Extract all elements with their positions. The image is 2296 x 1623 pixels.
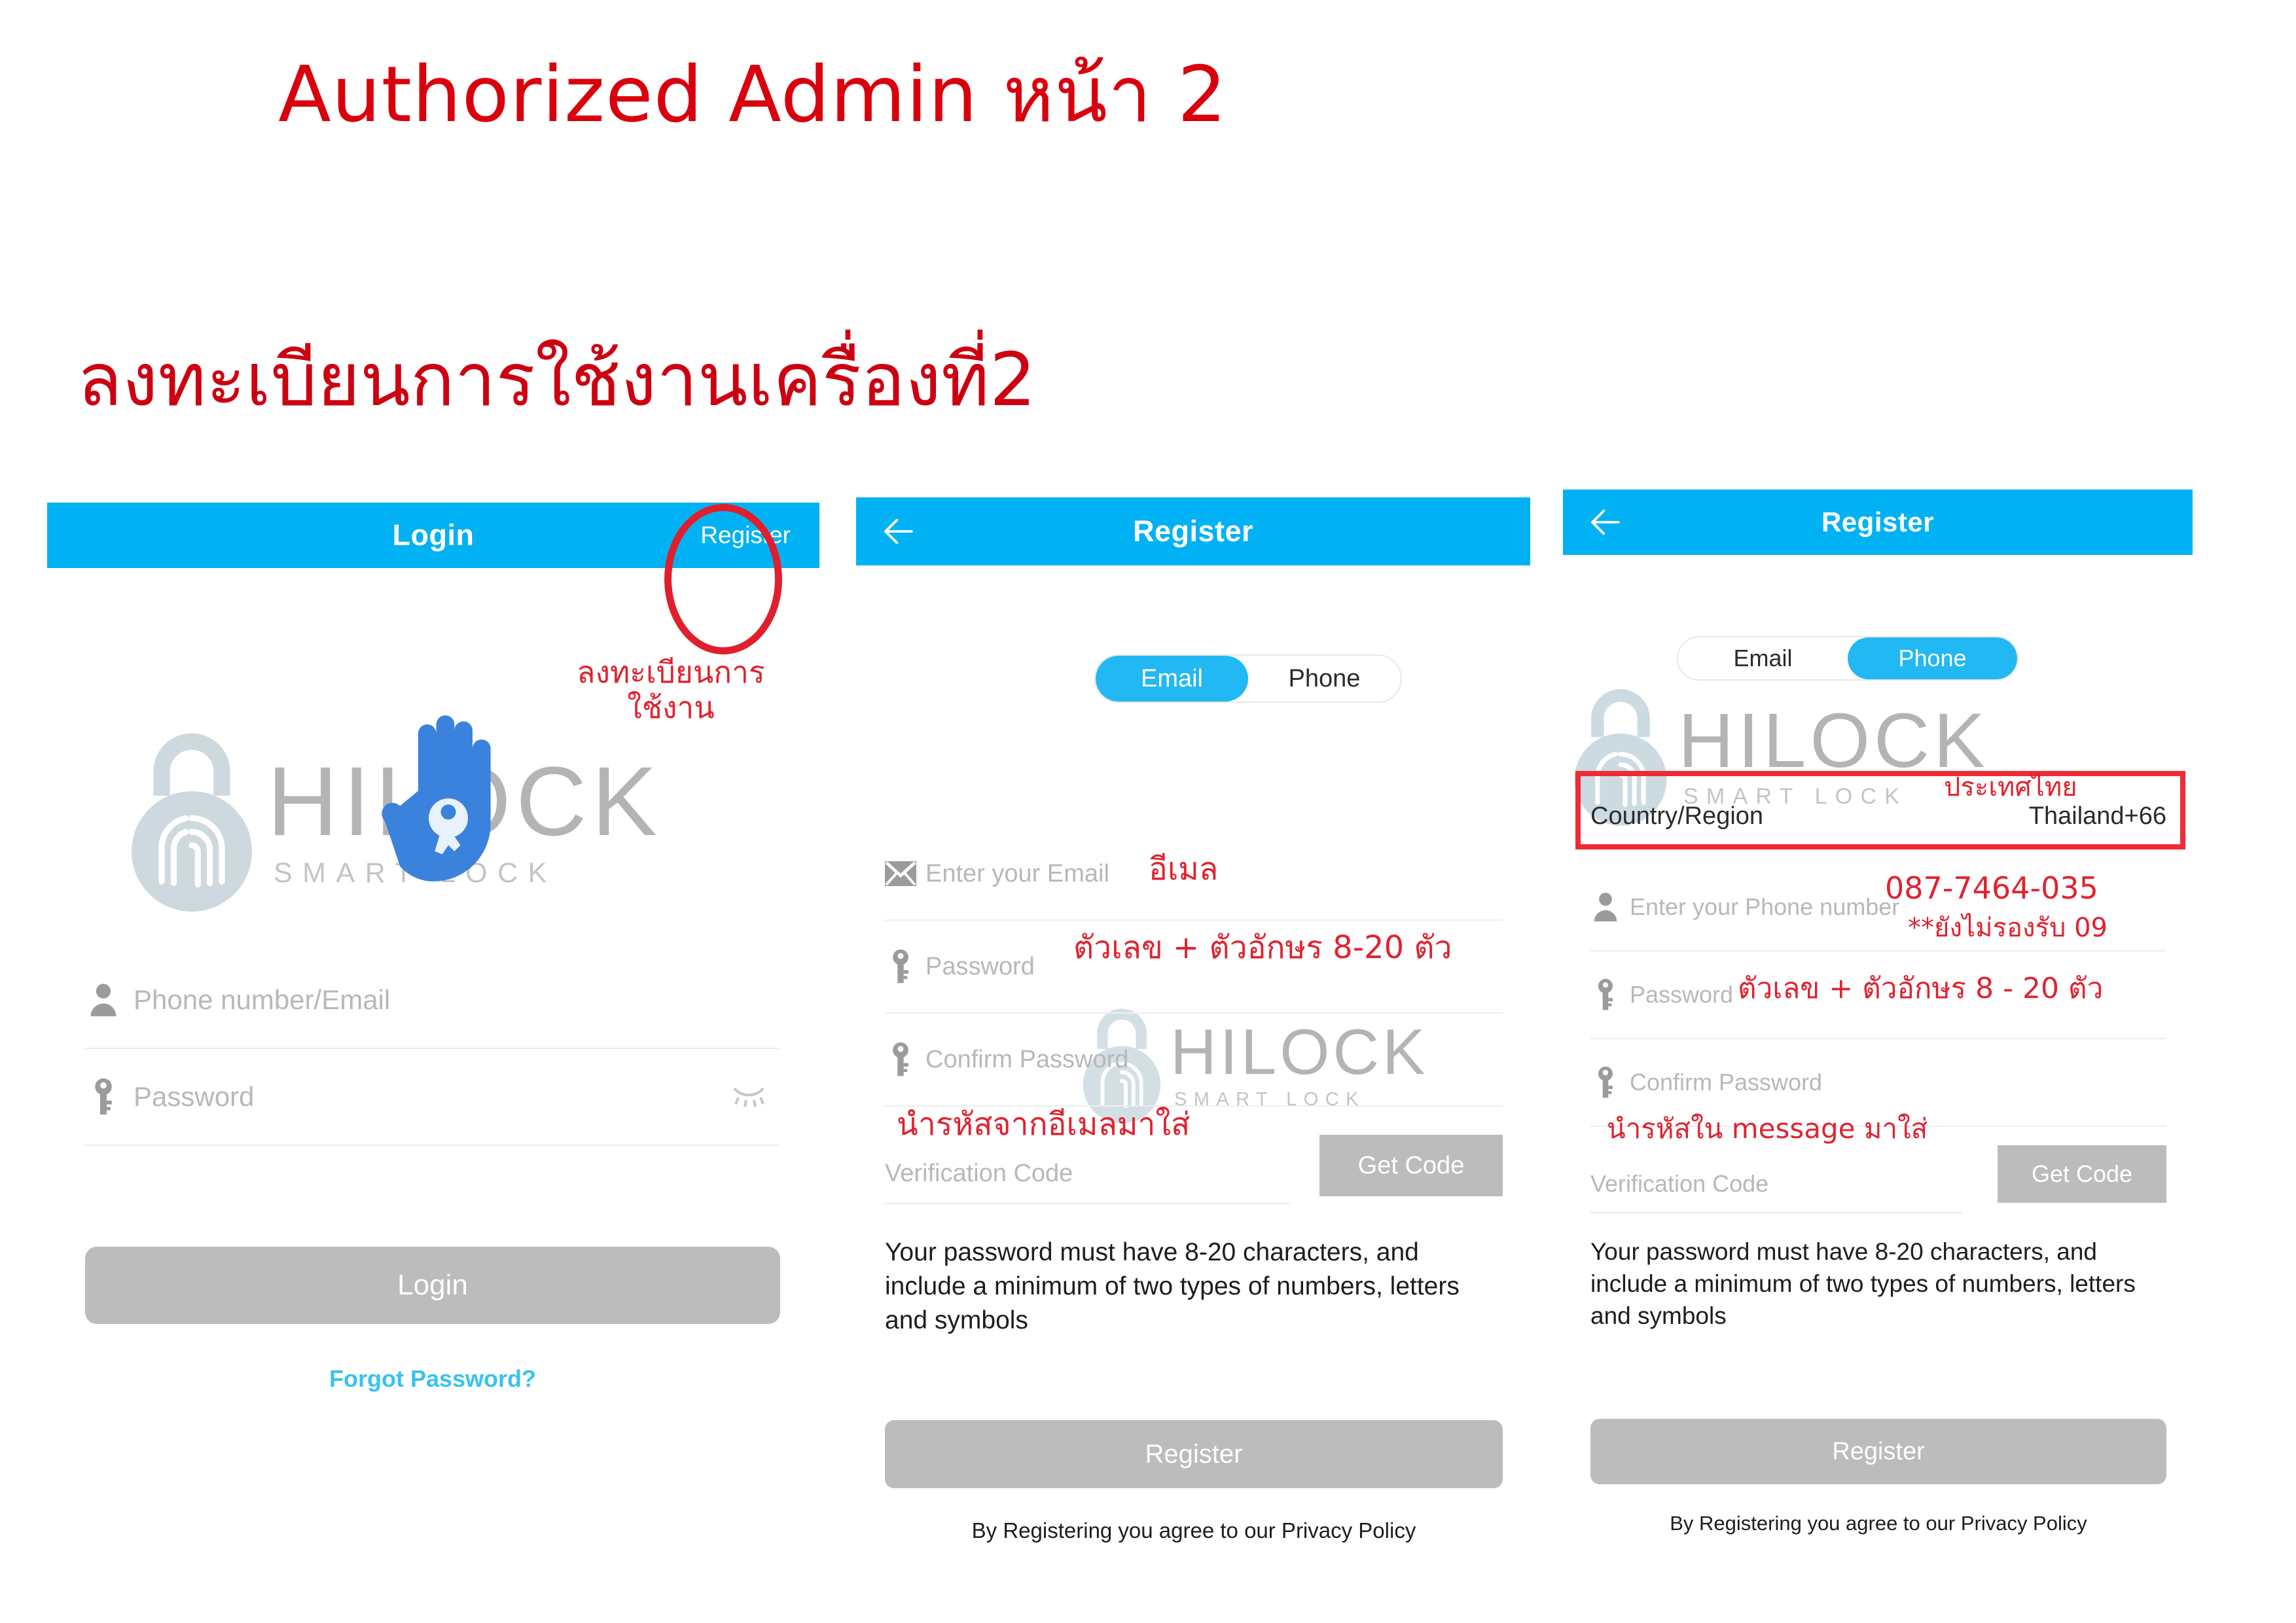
logo-name: HILOCK: [1678, 697, 1989, 784]
login-username-field[interactable]: Phone number/Email: [85, 952, 779, 1049]
annotation-password-rule-phone: ตัวเลข + ตัวอักษร 8 - 20 ตัว: [1738, 972, 2104, 1005]
hand-cursor-icon: [370, 700, 527, 897]
phone-number-placeholder: Enter your Phone number: [1630, 893, 1900, 920]
password-placeholder: Password: [925, 952, 1035, 980]
segment-option-phone[interactable]: Phone: [1248, 656, 1401, 702]
appbar-title-register-phone: Register: [1821, 507, 1935, 537]
register-method-toggle-phone[interactable]: Email Phone: [1677, 636, 2018, 681]
envelope-icon: [885, 861, 916, 886]
login-password-placeholder: Password: [134, 1081, 255, 1112]
segment-option-email[interactable]: Email: [1678, 637, 1848, 679]
verification-code-placeholder: Verification Code: [1590, 1170, 1769, 1197]
register-email-appbar: Register: [856, 497, 1530, 565]
person-icon: [1590, 891, 1621, 923]
fingerprint-lock-icon: [117, 723, 267, 919]
login-username-placeholder: Phone number/Email: [134, 984, 391, 1015]
annotation-email: อีเมล: [1149, 851, 1219, 887]
person-icon: [85, 982, 122, 1018]
register-button[interactable]: Register: [1590, 1419, 2166, 1484]
annotation-register-usage: ลงทะเบียนการใช้งาน: [577, 654, 765, 726]
key-icon: [85, 1078, 122, 1116]
key-icon: [1590, 978, 1621, 1011]
privacy-policy-text[interactable]: By Registering you agree to our Privacy …: [885, 1518, 1503, 1543]
appbar-title-register-email: Register: [1132, 514, 1254, 548]
segment-option-email[interactable]: Email: [1096, 656, 1248, 702]
appbar-title-login: Login: [392, 518, 475, 552]
confirm-password-field[interactable]: Confirm Password: [885, 1014, 1503, 1107]
country-region-label: Country/Region: [1590, 802, 1764, 830]
verification-code-field[interactable]: Verification Code: [1590, 1156, 1962, 1213]
annotation-password-rule-email: ตัวเลข + ตัวอักษร 8-20 ตัว: [1073, 929, 1452, 966]
verification-code-field[interactable]: Verification Code: [885, 1144, 1291, 1204]
password-requirements-text: Your password must have 8-20 characters,…: [1590, 1238, 2136, 1330]
register-link[interactable]: Register: [700, 522, 791, 549]
login-password-field[interactable]: Password: [85, 1049, 779, 1146]
annotation-code-from-message: นำรหัสใน message มาใส่: [1607, 1113, 1928, 1145]
back-arrow-icon[interactable]: [881, 514, 915, 548]
country-region-value: Thailand+66: [2028, 802, 2166, 830]
register-method-toggle-email[interactable]: Email Phone: [1094, 654, 1402, 703]
login-button[interactable]: Login: [85, 1247, 780, 1324]
get-code-button[interactable]: Get Code: [1998, 1145, 2166, 1203]
verification-code-placeholder: Verification Code: [885, 1159, 1073, 1187]
segment-option-phone[interactable]: Phone: [1848, 637, 2017, 679]
toggle-password-visibility-icon[interactable]: [730, 1083, 767, 1111]
back-arrow-icon[interactable]: [1588, 505, 1622, 539]
login-appbar: Login Register: [47, 503, 819, 568]
key-icon: [885, 1042, 916, 1077]
country-region-selector[interactable]: Country/Region Thailand+66: [1590, 785, 2166, 848]
page-subtitle: ลงทะเบียนการใช้งานเครื่องที่2: [77, 338, 1036, 423]
key-icon: [1590, 1066, 1621, 1099]
annotation-country-thailand: ประเทศไทย: [1944, 772, 2077, 802]
confirm-password-placeholder: Confirm Password: [1630, 1069, 1823, 1096]
key-icon: [885, 949, 916, 984]
login-form: Phone number/Email Password: [85, 952, 779, 1146]
page-title: Authorized Admin หน้า 2: [278, 49, 1227, 139]
verification-code-row-phone: Verification Code Get Code: [1590, 1137, 2166, 1216]
annotation-phone-example: 087-7464-035: [1885, 870, 2098, 906]
annotation-code-from-email: นำรหัสจากอีเมลมาใส่: [897, 1106, 1191, 1143]
confirm-password-placeholder: Confirm Password: [925, 1045, 1129, 1073]
register-phone-appbar: Register: [1563, 490, 2193, 555]
password-placeholder: Password: [1630, 981, 1734, 1008]
privacy-policy-text[interactable]: By Registering you agree to our Privacy …: [1590, 1512, 2166, 1535]
forgot-password-link[interactable]: Forgot Password?: [85, 1365, 780, 1393]
get-code-button[interactable]: Get Code: [1319, 1135, 1503, 1196]
annotation-no-09-support: **ยังไม่รองรับ 09: [1908, 913, 2108, 943]
password-requirements-text: Your password must have 8-20 characters,…: [885, 1238, 1460, 1334]
email-placeholder: Enter your Email: [925, 859, 1109, 887]
register-button[interactable]: Register: [885, 1420, 1503, 1488]
